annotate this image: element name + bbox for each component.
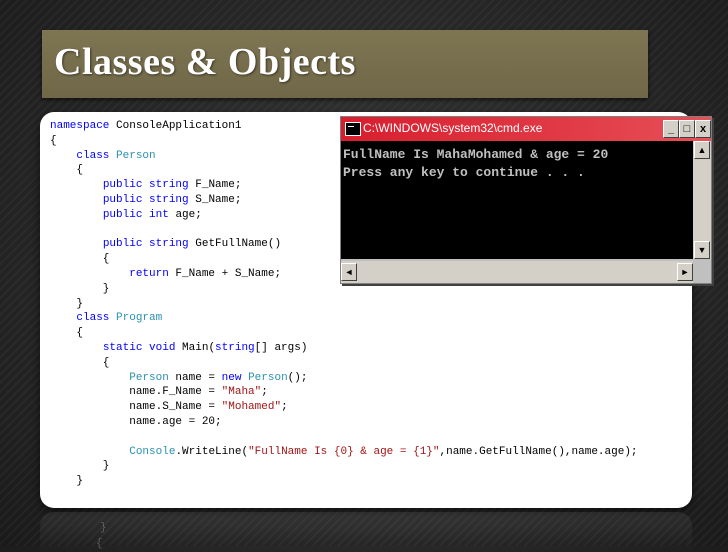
code-panel-reflection: } { (40, 512, 692, 552)
code-line: { (50, 134, 57, 147)
code-line: { (50, 327, 84, 340)
code-line: Console.WriteLine("FullName Is {0} & age… (129, 445, 638, 458)
console-title: C:\WINDOWS\system32\cmd.exe (363, 121, 543, 135)
code-line: Person name = new Person(); (129, 371, 308, 384)
code-line: class Person (76, 149, 156, 162)
title-banner: Classes & Objects (42, 30, 648, 98)
code-line: { (50, 253, 110, 266)
scroll-right-arrow-icon[interactable]: ► (677, 263, 693, 281)
minimize-button[interactable]: _ (663, 120, 679, 138)
code-line: class Program (76, 312, 163, 325)
close-button[interactable]: x (695, 120, 711, 138)
horizontal-scrollbar[interactable]: ◄ ► (341, 261, 693, 283)
code-line: public string F_Name; (102, 179, 242, 192)
console-window[interactable]: C:\WINDOWS\system32\cmd.exe _ □ x FullNa… (340, 116, 712, 284)
code-line: return F_Name + S_Name; (129, 268, 282, 280)
code-line: name.S_Name = "Mohamed"; (50, 401, 288, 414)
code-line: { (50, 164, 84, 177)
console-app-icon (345, 122, 361, 136)
console-output-line-2: Press any key to continue . . . (343, 165, 585, 180)
vertical-scrollbar[interactable]: ▲ ▼ (693, 141, 711, 259)
code-line: static void Main(string[] args) (102, 342, 308, 354)
scroll-left-arrow-icon[interactable]: ◄ (341, 263, 357, 281)
code-line: public int age; (102, 208, 202, 221)
console-titlebar[interactable]: C:\WINDOWS\system32\cmd.exe _ □ x (341, 117, 711, 141)
console-output-line-1: FullName Is MahaMohamed & age = 20 (343, 147, 609, 162)
code-line: public string GetFullName() (102, 238, 282, 251)
code-line: name.age = 20; (50, 416, 222, 428)
code-line: { (50, 356, 110, 369)
code-line: public string S_Name; (102, 194, 242, 206)
code-line: } (50, 282, 110, 295)
slide-title: Classes & Objects (54, 41, 356, 83)
scroll-down-arrow-icon[interactable]: ▼ (694, 241, 710, 259)
code-line: namespace ConsoleApplication1 (50, 120, 242, 132)
maximize-button[interactable]: □ (679, 120, 695, 138)
code-line: } (50, 297, 84, 310)
code-line: name.F_Name = "Maha"; (50, 386, 268, 399)
scroll-up-arrow-icon[interactable]: ▲ (694, 141, 710, 159)
code-line: } (50, 460, 110, 473)
console-output-area[interactable]: FullName Is MahaMohamed & age = 20 Press… (341, 141, 693, 259)
code-line: } (50, 475, 84, 488)
